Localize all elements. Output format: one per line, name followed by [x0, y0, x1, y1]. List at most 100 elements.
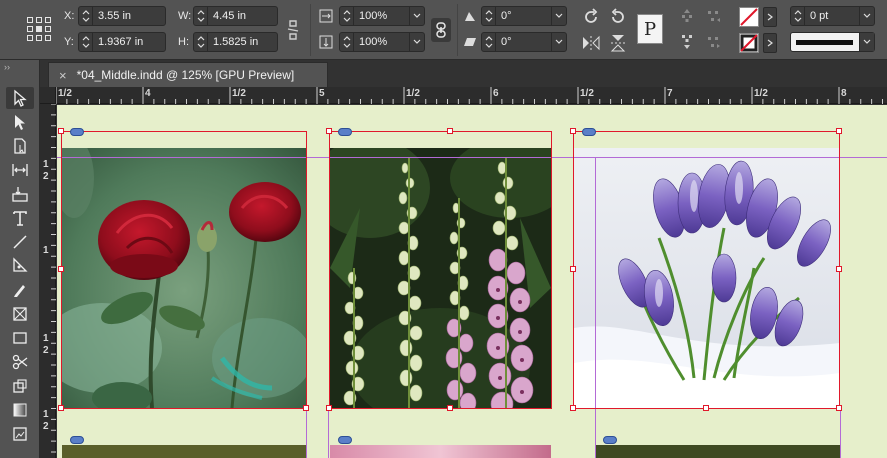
x-value: 3.55 in: [98, 10, 132, 22]
link-badge-icon[interactable]: [338, 436, 352, 444]
y-stepper-icon[interactable]: [79, 33, 93, 51]
constrain-scale-icon[interactable]: [431, 18, 451, 42]
x-stepper-icon[interactable]: [79, 7, 93, 25]
scale-y-stepper-icon[interactable]: [340, 33, 354, 51]
pencil-tool-icon[interactable]: [6, 279, 34, 301]
close-tab-icon[interactable]: ×: [59, 68, 67, 83]
resize-handle[interactable]: [58, 128, 64, 134]
resize-handle[interactable]: [836, 128, 842, 134]
link-badge-icon[interactable]: [70, 436, 84, 444]
graphic-frame-rose[interactable]: [61, 131, 307, 409]
pen-tool-icon[interactable]: [6, 255, 34, 277]
line-tool-icon[interactable]: [6, 231, 34, 253]
fill-menu-arrow-icon[interactable]: [763, 7, 777, 27]
rotation-angle-field[interactable]: 0°: [481, 6, 567, 26]
rectangle-tool-icon[interactable]: [6, 327, 34, 349]
direct-selection-tool-icon[interactable]: [6, 111, 34, 133]
scale-y-dropdown-icon[interactable]: [409, 33, 424, 51]
rotate-clockwise-icon[interactable]: [580, 6, 602, 28]
stroke-type-field[interactable]: [790, 32, 875, 52]
width-field[interactable]: 4.45 in: [193, 6, 278, 26]
constrain-proportions-icon[interactable]: [284, 18, 302, 42]
selection-tool-icon[interactable]: [6, 87, 34, 109]
free-transform-tool-icon[interactable]: [6, 375, 34, 397]
rotate-counterclockwise-icon[interactable]: [607, 6, 629, 28]
link-badge-icon[interactable]: [603, 436, 617, 444]
flip-horizontal-icon[interactable]: [580, 33, 602, 53]
scale-x-dropdown-icon[interactable]: [409, 7, 424, 25]
scale-x-stepper-icon[interactable]: [340, 7, 354, 25]
gradient-swatch-tool-icon[interactable]: [6, 399, 34, 421]
shear-stepper-icon[interactable]: [482, 33, 496, 51]
select-next-object-icon[interactable]: [704, 33, 724, 51]
tools-collapse-icon[interactable]: ››: [4, 62, 10, 72]
photo-bottom-right[interactable]: [596, 445, 840, 458]
ruler-label: 4: [145, 88, 151, 99]
height-stepper-icon[interactable]: [194, 33, 208, 51]
scale-y-field[interactable]: 100%: [339, 32, 425, 52]
rectangle-frame-tool-icon[interactable]: [6, 303, 34, 325]
document-canvas[interactable]: [57, 105, 887, 458]
horizontal-ruler[interactable]: 1/2 4 1/2 5 1/2 6 1/2 7 1/2 8: [56, 87, 887, 104]
resize-handle[interactable]: [570, 266, 576, 272]
height-field[interactable]: 1.5825 in: [193, 32, 278, 52]
fill-swatch-none-icon[interactable]: [739, 7, 759, 27]
resize-handle[interactable]: [570, 405, 576, 411]
ruler-label: 1/2: [754, 88, 768, 99]
graphic-frame-foxglove[interactable]: [329, 131, 552, 409]
stroke-swatch-none-icon[interactable]: [739, 33, 759, 53]
resize-handle[interactable]: [58, 266, 64, 272]
gap-tool-icon[interactable]: [6, 159, 34, 181]
ruler-label: 7: [667, 88, 673, 99]
resize-handle[interactable]: [326, 405, 332, 411]
scale-x-field[interactable]: 100%: [339, 6, 425, 26]
stroke-type-dropdown-icon[interactable]: [859, 33, 874, 51]
resize-handle[interactable]: [58, 405, 64, 411]
scale-x-value: 100%: [359, 10, 388, 22]
document-tab[interactable]: × *04_Middle.indd @ 125% [GPU Preview]: [48, 62, 328, 87]
reference-point-icon[interactable]: [26, 16, 52, 42]
graphic-frame-crocus[interactable]: [573, 131, 840, 409]
vertical-guide[interactable]: [840, 408, 841, 458]
select-content-icon[interactable]: [677, 33, 697, 51]
resize-handle[interactable]: [447, 405, 453, 411]
page-tool-icon[interactable]: [6, 135, 34, 157]
select-previous-object-icon[interactable]: [704, 7, 724, 25]
link-badge-icon[interactable]: [582, 128, 596, 136]
photo-bottom-middle[interactable]: [330, 445, 551, 458]
content-collector-tool-icon[interactable]: [6, 183, 34, 205]
width-stepper-icon[interactable]: [194, 7, 208, 25]
stroke-menu-arrow-icon[interactable]: [763, 33, 777, 53]
resize-handle[interactable]: [836, 405, 842, 411]
flip-vertical-icon[interactable]: [607, 33, 629, 53]
vertical-guide[interactable]: [306, 408, 307, 458]
select-container-icon[interactable]: [677, 7, 697, 25]
type-tool-icon[interactable]: [6, 207, 34, 229]
height-value: 1.5825 in: [213, 36, 259, 48]
scale-y-value: 100%: [359, 36, 388, 48]
rotation-dropdown-icon[interactable]: [551, 7, 566, 25]
photo-bottom-left[interactable]: [62, 445, 306, 458]
note-tool-icon[interactable]: [6, 423, 34, 445]
h-label: H:: [178, 36, 189, 48]
rotation-stepper-icon[interactable]: [482, 7, 496, 25]
vertical-guide[interactable]: [328, 408, 329, 458]
stroke-weight-dropdown-icon[interactable]: [859, 7, 874, 25]
shear-dropdown-icon[interactable]: [551, 33, 566, 51]
ruler-origin[interactable]: [40, 87, 56, 104]
resize-handle[interactable]: [326, 128, 332, 134]
stroke-weight-stepper-icon[interactable]: [791, 7, 805, 25]
link-badge-icon[interactable]: [70, 128, 84, 136]
resize-handle[interactable]: [447, 128, 453, 134]
resize-handle[interactable]: [703, 405, 709, 411]
vertical-ruler[interactable]: 1 2 1 1 2 1 2: [40, 104, 56, 458]
shear-angle-field[interactable]: 0°: [481, 32, 567, 52]
resize-handle[interactable]: [303, 405, 309, 411]
y-position-field[interactable]: 1.9367 in: [78, 32, 166, 52]
resize-handle[interactable]: [570, 128, 576, 134]
x-position-field[interactable]: 3.55 in: [78, 6, 166, 26]
link-badge-icon[interactable]: [338, 128, 352, 136]
scissors-tool-icon[interactable]: [6, 351, 34, 373]
resize-handle[interactable]: [836, 266, 842, 272]
stroke-weight-field[interactable]: 0 pt: [790, 6, 875, 26]
